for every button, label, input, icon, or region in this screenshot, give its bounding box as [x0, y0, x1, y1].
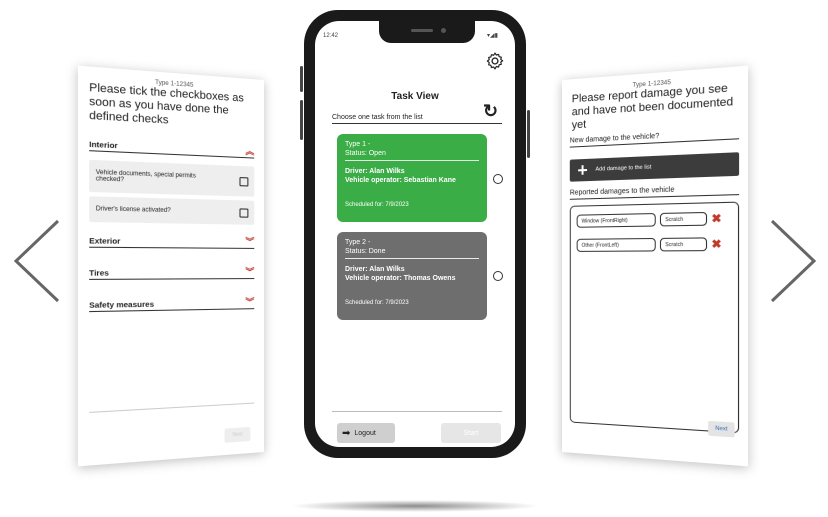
task-status: Status: Open	[345, 150, 386, 157]
checkbox[interactable]	[239, 207, 249, 218]
task-driver: Driver: Alan Wilks	[345, 168, 405, 175]
chevron-up-icon[interactable]: ︽	[245, 146, 254, 156]
plus-icon: +	[577, 159, 588, 181]
volume-button	[300, 66, 303, 92]
task-view-screen: 12:42 ▾◢▮ Task View Choose one task from…	[315, 21, 515, 447]
start-button[interactable]: Start	[441, 423, 501, 443]
logout-label: Logout	[354, 429, 376, 437]
speaker	[411, 29, 433, 32]
task-radio[interactable]	[493, 271, 503, 281]
damage-kind: Scratch	[659, 211, 708, 227]
gear-icon[interactable]	[485, 51, 505, 71]
power-button	[527, 110, 530, 158]
task-type: Type 2 -	[345, 239, 371, 246]
refresh-icon[interactable]: ↻	[483, 101, 498, 122]
add-damage-button[interactable]: + Add damage to the list	[569, 152, 740, 182]
section-label: Tires	[89, 268, 109, 278]
check-label: Vehicle documents, special permits check…	[95, 169, 196, 184]
volume-button	[300, 100, 303, 140]
chevron-down-icon[interactable]: ︾	[245, 237, 254, 247]
checklist-screen: Type 1-12345 Please tick the checkboxes …	[77, 65, 265, 467]
task-type: Type 1 -	[345, 141, 371, 148]
task-operator: Vehicle operator: Sebastian Kane	[345, 177, 456, 184]
next-button[interactable]: Next	[708, 420, 735, 438]
damage-row[interactable]: Other (FrontLeft) Scratch ✖	[576, 237, 722, 252]
logout-icon: ➡	[342, 427, 351, 439]
status-time: 12:42	[323, 33, 339, 39]
page-subtitle: Choose one task from the list	[332, 114, 502, 124]
task-card[interactable]: Type 1 - Status: Open Driver: Alan Wilks…	[337, 134, 487, 222]
add-damage-label: Add damage to the list	[595, 164, 652, 173]
damage-location: Other (FrontLeft)	[576, 237, 656, 252]
section-tires[interactable]: Tires ︾	[89, 260, 254, 280]
task-operator: Vehicle operator: Thomas Owens	[345, 275, 456, 282]
task-card[interactable]: Type 2 - Status: Done Driver: Alan Wilks…	[337, 232, 487, 320]
logout-button[interactable]: ➡ Logout	[337, 423, 395, 443]
section-label: Exterior	[89, 235, 121, 246]
section-interior[interactable]: Interior ︽	[89, 131, 254, 159]
reported-label: Reported damages to the vehicle	[569, 184, 740, 200]
task-status: Status: Done	[345, 248, 386, 255]
check-item[interactable]: Driver's license activated?	[89, 196, 255, 225]
new-damage-label: New damage to the vehicle?	[569, 128, 740, 148]
divider	[332, 411, 502, 412]
section-label: Interior	[89, 139, 118, 151]
chevron-down-icon[interactable]: ︾	[245, 267, 254, 277]
task-scheduled: Scheduled for: 7/9/2023	[345, 300, 409, 306]
divider	[89, 402, 255, 413]
task-driver: Driver: Alan Wilks	[345, 266, 405, 273]
section-label: Safety measures	[89, 299, 155, 310]
notch	[379, 21, 475, 43]
check-item[interactable]: Vehicle documents, special permits check…	[89, 159, 255, 197]
task-radio[interactable]	[493, 174, 503, 184]
checkbox[interactable]	[239, 176, 249, 186]
next-arrow-icon[interactable]	[762, 216, 822, 306]
damage-row[interactable]: Window (FrontRight) Scratch ✖	[576, 211, 722, 228]
section-safety[interactable]: Safety measures ︾	[89, 291, 254, 313]
delete-icon[interactable]: ✖	[711, 237, 721, 251]
signal-icon: ▾◢▮	[487, 33, 498, 39]
next-button[interactable]: Next	[224, 426, 251, 443]
task-scheduled: Scheduled for: 7/9/2023	[345, 202, 409, 208]
previous-arrow-icon[interactable]	[8, 216, 68, 306]
delete-icon[interactable]: ✖	[711, 212, 721, 226]
chevron-down-icon[interactable]: ︾	[245, 297, 254, 307]
section-exterior[interactable]: Exterior ︾	[89, 228, 254, 249]
phone-shadow	[290, 500, 540, 512]
damage-kind: Scratch	[659, 237, 708, 252]
check-label: Driver's license activated?	[95, 206, 171, 215]
phone-frame: 12:42 ▾◢▮ Task View Choose one task from…	[300, 10, 530, 458]
camera	[441, 28, 446, 33]
damage-report-screen: Type 1-12345 Please report damage you se…	[562, 65, 749, 467]
damage-list: Window (FrontRight) Scratch ✖ Other (Fro…	[569, 201, 740, 434]
damage-location: Window (FrontRight)	[576, 213, 656, 228]
